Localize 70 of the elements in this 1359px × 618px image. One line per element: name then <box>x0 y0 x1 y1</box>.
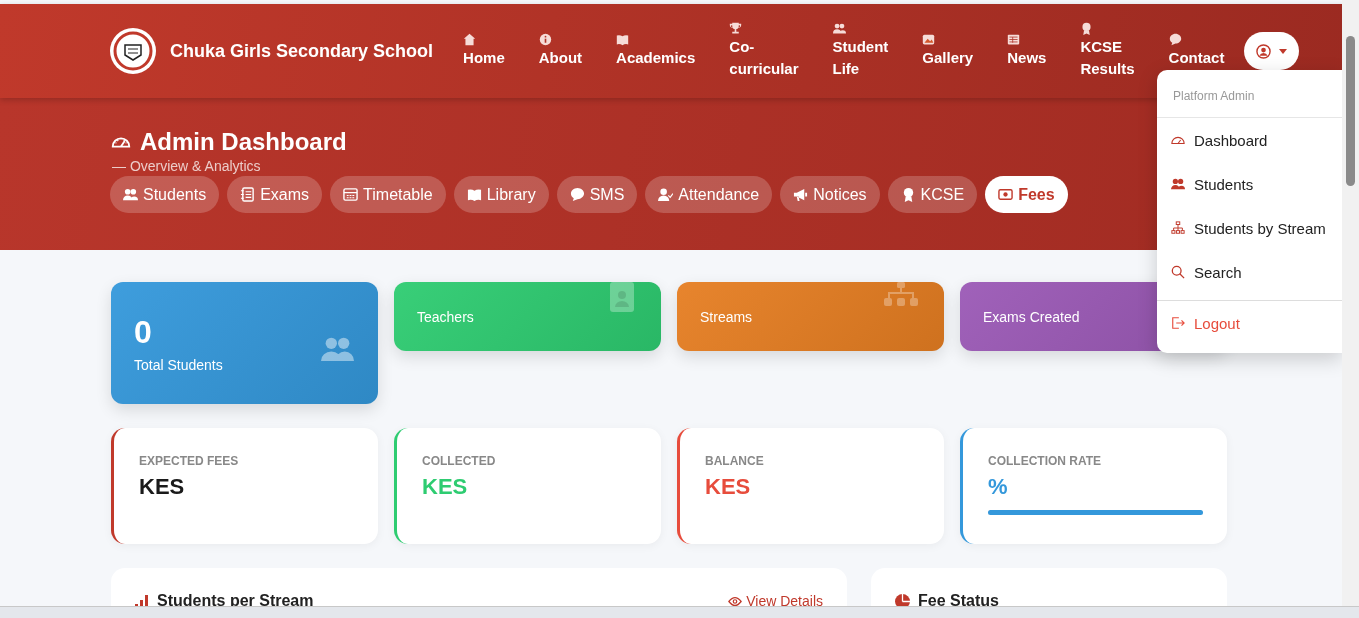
hierarchy-icon <box>884 282 918 306</box>
fee-value: KES <box>422 474 469 500</box>
caret-icon <box>1279 48 1288 54</box>
eye-icon <box>728 595 743 607</box>
menu-item[interactable]: Logout <box>1157 301 1342 345</box>
people-icon <box>832 22 846 35</box>
trophy-icon <box>729 22 743 35</box>
info-icon <box>538 33 552 46</box>
logout-icon <box>1171 316 1185 330</box>
speech-bubble-icon <box>569 187 585 202</box>
newspaper-icon <box>1007 33 1021 46</box>
fee-value: KES <box>705 474 752 500</box>
book-icon <box>616 33 630 46</box>
page-subtitle: — Overview & Analytics <box>112 158 262 174</box>
notebook-icon <box>240 187 256 202</box>
section-tab[interactable]: Attendance <box>645 176 773 213</box>
nav-link[interactable]: News <box>1007 33 1047 69</box>
stat-label: Teachers <box>417 308 474 325</box>
stat-label: Streams <box>700 308 753 325</box>
fee-label: COLLECTED <box>422 454 497 468</box>
stat-label: Total Students <box>134 356 223 373</box>
menu-item[interactable]: Search <box>1157 250 1342 294</box>
megaphone-icon <box>793 187 809 202</box>
banknote-icon <box>998 187 1014 202</box>
menu-item[interactable]: Students by Stream <box>1157 206 1342 250</box>
person-check-icon <box>658 187 674 202</box>
school-logo[interactable] <box>110 28 156 74</box>
section-tab[interactable]: Notices <box>780 176 880 213</box>
book-icon <box>466 187 482 202</box>
section-tab[interactable]: Exams <box>227 176 323 213</box>
nav-link[interactable]: Gallery <box>922 33 974 69</box>
stat-label: Exams Created <box>983 308 1080 325</box>
fee-value: KES <box>139 474 186 500</box>
section-tab[interactable]: Fees <box>985 176 1068 213</box>
section-tab[interactable]: Students <box>110 176 220 213</box>
nav-link[interactable]: About <box>538 33 583 69</box>
user-circle-icon <box>1256 43 1272 59</box>
scrollbar[interactable] <box>1342 0 1359 607</box>
stat-value: 0 <box>134 313 152 351</box>
people-icon <box>1171 177 1185 191</box>
picture-icon <box>922 33 936 46</box>
fee-label: COLLECTION RATE <box>988 454 1103 468</box>
users-icon <box>321 336 354 361</box>
fee-label: BALANCE <box>705 454 765 468</box>
menu-item[interactable]: Dashboard <box>1157 118 1342 162</box>
fee-label: EXPECTED FEES <box>139 454 240 468</box>
id-badge-icon <box>609 282 635 312</box>
section-tab[interactable]: SMS <box>556 176 638 213</box>
search-icon <box>1171 265 1185 279</box>
school-name[interactable]: Chuka Girls Secondary School <box>170 40 434 62</box>
house-icon <box>463 33 477 46</box>
panel-title: Fee Status <box>918 592 999 610</box>
user-menu-button[interactable] <box>1244 32 1299 70</box>
nav-link[interactable]: Co-curricular <box>729 22 799 80</box>
nav-link[interactable]: Student Life <box>832 22 889 80</box>
nav-link[interactable]: Home <box>463 33 505 69</box>
calendar-icon <box>343 187 359 202</box>
fee-value: % <box>988 474 1009 500</box>
hierarchy-icon <box>1171 221 1185 235</box>
nav-link[interactable]: Academics <box>616 33 696 69</box>
nav-link[interactable]: Contact <box>1168 33 1225 69</box>
view-details-link[interactable]: View Details <box>728 593 823 609</box>
nav-link[interactable]: KCSE Results <box>1080 22 1135 80</box>
section-tab[interactable]: Library <box>453 176 549 213</box>
menu-item[interactable]: Students <box>1157 162 1342 206</box>
people-icon <box>123 187 138 202</box>
speech-bubble-icon <box>1168 33 1182 46</box>
section-tab[interactable]: KCSE <box>887 176 978 213</box>
section-tab[interactable]: Timetable <box>330 176 446 213</box>
page-title: Admin Dashboard <box>140 128 347 156</box>
